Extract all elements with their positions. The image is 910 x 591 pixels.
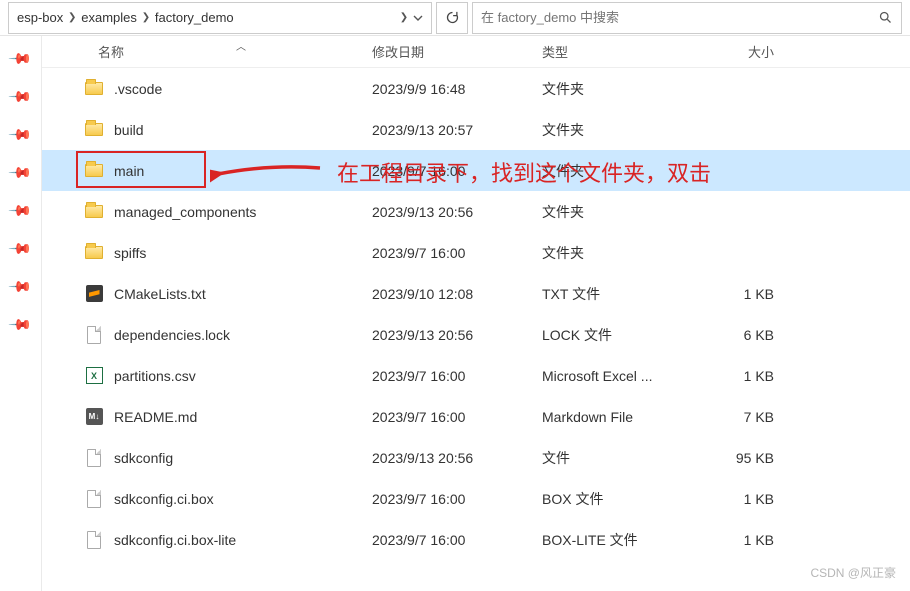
search-button[interactable] [869,3,901,33]
table-row[interactable]: sdkconfig.ci.box-lite 2023/9/7 16:00BOX-L… [42,519,910,560]
file-name: build [114,122,144,138]
chevron-right-icon: ❯ [67,12,77,23]
markdown-icon: M↓ [86,408,103,425]
chevron-down-icon[interactable] [409,3,427,33]
breadcrumb[interactable]: esp-box ❯ examples ❯ factory_demo ❯ [8,2,432,34]
search-icon [878,10,893,25]
search-input[interactable] [473,10,869,25]
quick-access-pins: 📌 📌 📌 📌 📌 📌 📌 📌 [0,36,42,591]
sublime-icon [86,285,103,302]
file-name: spiffs [114,245,146,261]
file-date: 2023/9/13 20:56 [372,450,542,466]
annotation-text: 在工程目录下，找到这个文件夹，双击 [337,156,711,188]
pin-icon[interactable]: 📌 [8,122,34,148]
sort-ascending-icon: ︿ [236,38,246,53]
file-name: CMakeLists.txt [114,286,206,302]
file-name: main [114,163,144,179]
pin-icon[interactable]: 📌 [8,236,34,262]
file-type: 文件夹 [542,79,702,99]
search-box[interactable] [472,2,902,34]
file-date: 2023/9/10 12:08 [372,286,542,302]
folder-icon [85,246,103,259]
table-row[interactable]: spiffs 2023/9/7 16:00文件夹 [42,232,910,273]
file-name: .vscode [114,81,162,97]
file-icon [87,531,101,549]
file-icon [87,490,101,508]
file-type: 文件夹 [542,120,702,140]
file-date: 2023/9/13 20:56 [372,204,542,220]
column-header-size[interactable]: 大小 [702,42,782,61]
file-type: TXT 文件 [542,284,702,304]
pin-icon[interactable]: 📌 [8,46,34,72]
excel-icon: X [86,367,103,384]
breadcrumb-item[interactable]: factory_demo [151,3,399,33]
table-row[interactable]: .vscode 2023/9/9 16:48文件夹 [42,68,910,109]
file-name: partitions.csv [114,368,196,384]
table-row[interactable]: dependencies.lock 2023/9/13 20:56LOCK 文件6… [42,314,910,355]
file-size: 1 KB [702,368,782,384]
annotation-arrow [210,156,330,188]
folder-icon [85,205,103,218]
table-row[interactable]: M↓ README.md 2023/9/7 16:00Markdown File7 … [42,396,910,437]
file-icon [87,449,101,467]
file-size: 1 KB [702,491,782,507]
watermark: CSDN @风正豪 [810,564,896,581]
file-date: 2023/9/7 16:00 [372,532,542,548]
table-row[interactable]: build 2023/9/13 20:57文件夹 [42,109,910,150]
table-row[interactable]: Xpartitions.csv 2023/9/7 16:00Microsoft E… [42,355,910,396]
pin-icon[interactable]: 📌 [8,160,34,186]
file-type: 文件夹 [542,202,702,222]
column-header-type[interactable]: 类型 [542,42,702,61]
file-icon [87,326,101,344]
file-name: sdkconfig [114,450,173,466]
file-type: BOX 文件 [542,489,702,509]
column-headers: 名称 ︿ 修改日期 类型 大小 [42,36,910,68]
file-type: 文件夹 [542,243,702,263]
breadcrumb-item[interactable]: examples [77,3,141,33]
file-list-area: 名称 ︿ 修改日期 类型 大小 .vscode2023/9/9 16:48文件夹… [42,36,910,591]
file-date: 2023/9/9 16:48 [372,81,542,97]
refresh-button[interactable] [436,2,468,34]
file-type: 文件 [542,448,702,468]
column-header-name[interactable]: 名称 ︿ [42,42,372,61]
file-date: 2023/9/13 20:57 [372,122,542,138]
file-size: 1 KB [702,286,782,302]
file-size: 95 KB [702,450,782,466]
file-size: 1 KB [702,532,782,548]
pin-icon[interactable]: 📌 [8,198,34,224]
file-name: sdkconfig.ci.box-lite [114,532,236,548]
file-name: README.md [114,409,197,425]
file-size: 6 KB [702,327,782,343]
file-name: sdkconfig.ci.box [114,491,214,507]
column-header-date[interactable]: 修改日期 [372,42,542,61]
chevron-right-icon: ❯ [399,12,409,23]
table-row[interactable]: sdkconfig 2023/9/13 20:56文件95 KB [42,437,910,478]
pin-icon[interactable]: 📌 [8,312,34,338]
file-date: 2023/9/7 16:00 [372,368,542,384]
file-type: LOCK 文件 [542,325,702,345]
file-name: managed_components [114,204,256,220]
folder-icon [85,82,103,95]
folder-icon [85,164,103,177]
breadcrumb-item[interactable]: esp-box [13,3,67,33]
file-name: dependencies.lock [114,327,230,343]
file-size: 7 KB [702,409,782,425]
folder-icon [85,123,103,136]
pin-icon[interactable]: 📌 [8,274,34,300]
file-type: BOX-LITE 文件 [542,530,702,550]
pin-icon[interactable]: 📌 [8,84,34,110]
file-date: 2023/9/7 16:00 [372,409,542,425]
chevron-right-icon: ❯ [141,12,151,23]
file-date: 2023/9/7 16:00 [372,245,542,261]
column-label: 名称 [98,45,124,60]
refresh-icon [445,10,460,25]
table-row[interactable]: managed_components 2023/9/13 20:56文件夹 [42,191,910,232]
file-date: 2023/9/7 16:00 [372,491,542,507]
file-type: Microsoft Excel ... [542,368,702,384]
table-row[interactable]: CMakeLists.txt 2023/9/10 12:08TXT 文件1 KB [42,273,910,314]
top-toolbar: esp-box ❯ examples ❯ factory_demo ❯ [0,0,910,36]
file-type: Markdown File [542,409,702,425]
table-row[interactable]: sdkconfig.ci.box 2023/9/7 16:00BOX 文件1 KB [42,478,910,519]
file-date: 2023/9/13 20:56 [372,327,542,343]
